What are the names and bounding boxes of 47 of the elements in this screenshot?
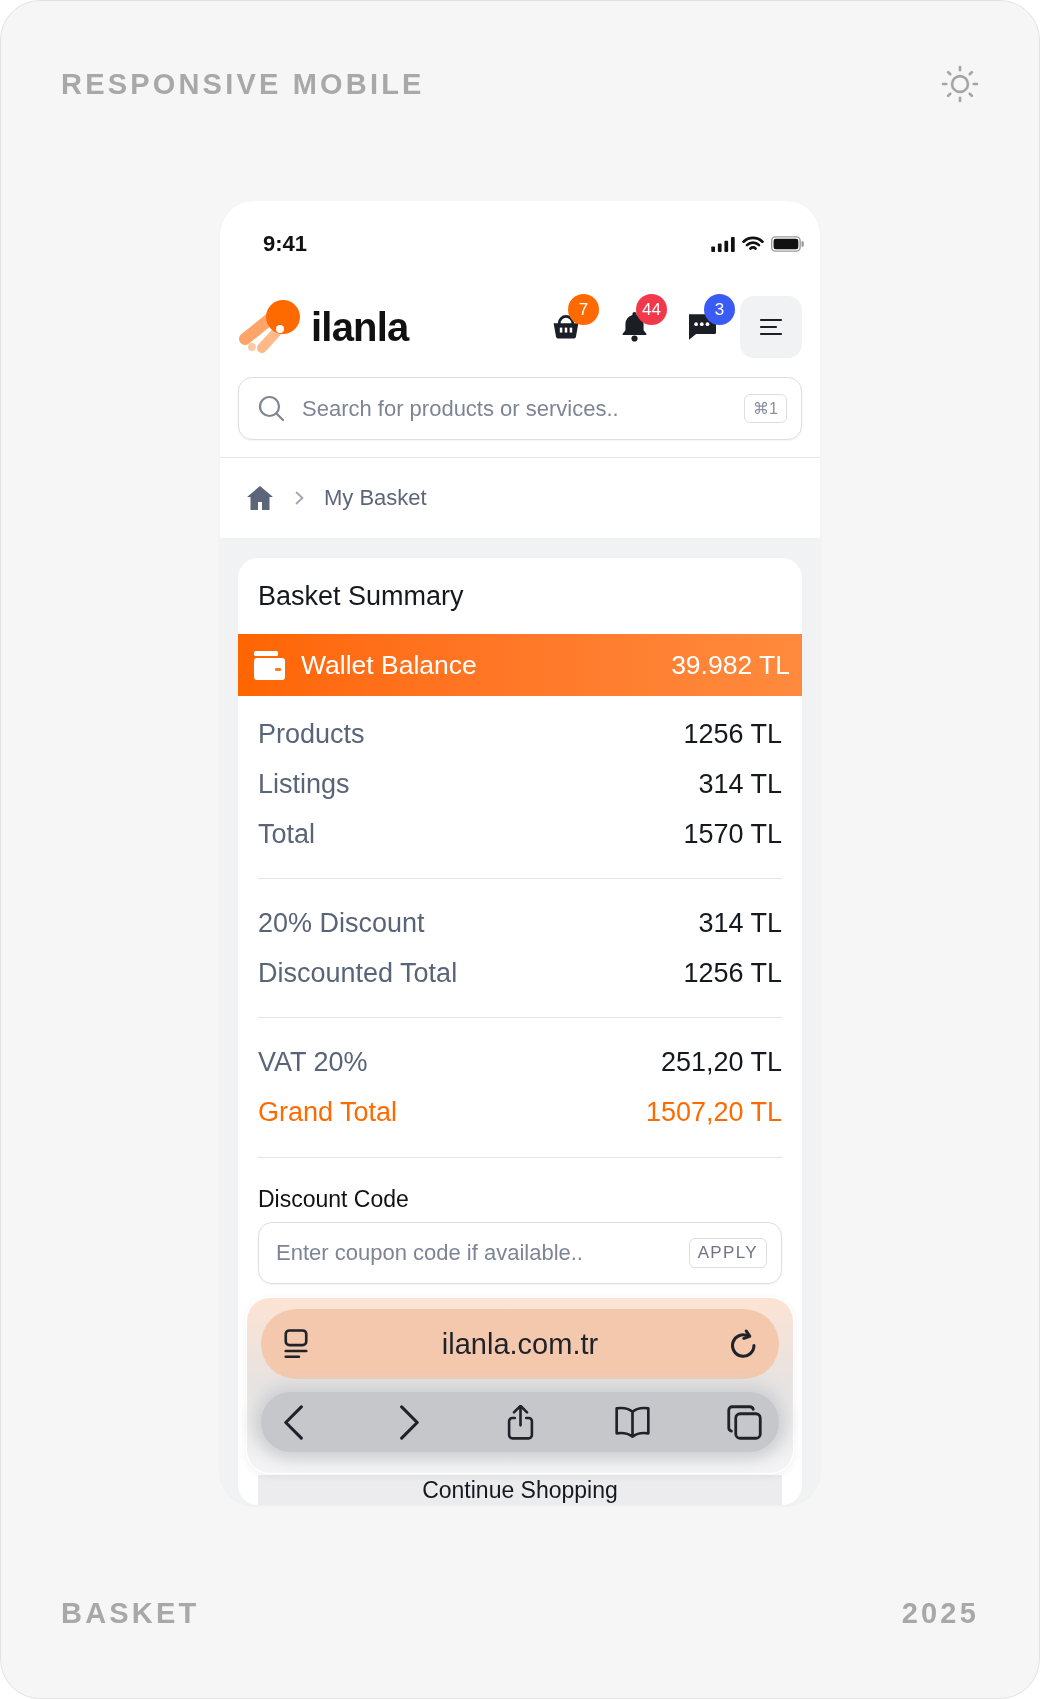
- menu-button[interactable]: [740, 296, 802, 358]
- wifi-icon: [742, 236, 764, 252]
- summary-value: 1507,20 TL: [645, 1096, 782, 1128]
- continue-shopping-button[interactable]: Continue Shopping: [258, 1475, 782, 1505]
- logo-text: ilanla: [311, 307, 409, 347]
- summary-value: 1570 TL: [683, 818, 782, 850]
- wallet-label: Wallet Balance: [301, 649, 477, 681]
- summary-value: 251,20 TL: [660, 1046, 782, 1078]
- apply-button[interactable]: APPLY: [688, 1238, 767, 1268]
- home-icon[interactable]: [246, 485, 274, 511]
- page-layout-icon[interactable]: [283, 1329, 309, 1359]
- tabs-icon[interactable]: [727, 1404, 762, 1440]
- summary-label: Grand Total: [258, 1096, 398, 1128]
- summary-label: Discounted Total: [258, 957, 458, 989]
- chevron-right-icon: [295, 491, 304, 505]
- signal-icon: [711, 236, 735, 252]
- summary-label: Products: [258, 718, 365, 750]
- summary-label: 20% Discount: [258, 907, 425, 939]
- card-title: Basket Summary: [258, 580, 464, 612]
- summary-label: Total: [258, 818, 316, 850]
- book-icon[interactable]: [614, 1404, 650, 1440]
- breadcrumb-current[interactable]: My Basket: [324, 484, 427, 512]
- search-icon: [258, 395, 285, 422]
- notification-count: 3: [704, 294, 735, 325]
- battery-icon: [771, 236, 804, 252]
- logo-icon[interactable]: [238, 299, 300, 355]
- summary-value: 314 TL: [698, 768, 782, 800]
- address-bar[interactable]: ilanla.com.tr: [261, 1309, 779, 1379]
- summary-value: 1256 TL: [683, 957, 782, 989]
- summary-value: 314 TL: [698, 907, 782, 939]
- year-label: 2025: [901, 1596, 979, 1630]
- summary-label: VAT 20%: [258, 1046, 368, 1078]
- menu-icon: [759, 317, 783, 337]
- shortcut-hint: ⌘1: [744, 394, 787, 423]
- reload-icon[interactable]: [731, 1329, 757, 1359]
- summary-value: 1256 TL: [683, 718, 782, 750]
- status-time: 9:41: [263, 230, 308, 258]
- notification-count: 7: [568, 294, 599, 325]
- wallet-icon: [254, 650, 285, 680]
- notification-count: 44: [636, 294, 667, 325]
- page-label: BASKET: [61, 1596, 200, 1630]
- frame-title: RESPONSIVE MOBILE: [61, 67, 425, 101]
- basket-icon[interactable]: [553, 314, 579, 340]
- discount-code-label: Discount Code: [258, 1185, 410, 1213]
- url-text: ilanla.com.tr: [440, 1327, 600, 1361]
- summary-label: Listings: [258, 768, 350, 800]
- wallet-value: 39.982 TL: [671, 649, 790, 681]
